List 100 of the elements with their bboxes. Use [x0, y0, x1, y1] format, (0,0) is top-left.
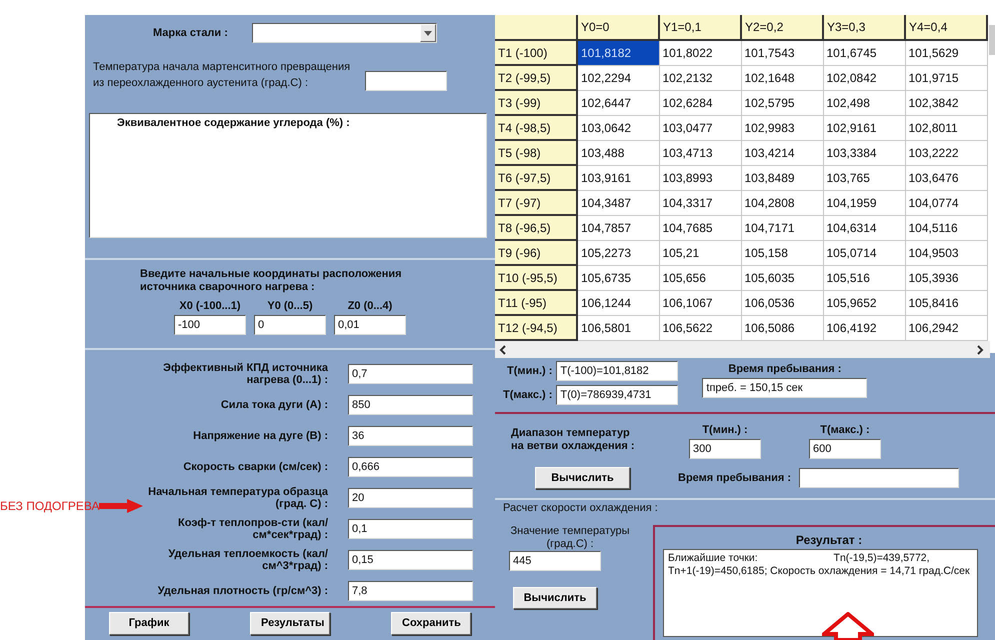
table-cell[interactable]: 104,0774 [905, 190, 987, 215]
coord-label: Z0 (0...4) [348, 299, 392, 314]
coord-field[interactable]: 0 [254, 314, 326, 334]
table-cell[interactable]: 105,3936 [905, 265, 987, 290]
table-cell[interactable]: 104,2808 [741, 190, 823, 215]
table-cell[interactable]: 104,3487 [577, 190, 659, 215]
table-cell[interactable]: 102,8011 [905, 115, 987, 140]
table-cell[interactable]: 105,6035 [741, 265, 823, 290]
table-cell[interactable]: 104,9503 [905, 240, 987, 265]
table-cell[interactable]: 104,7171 [741, 215, 823, 240]
output-field[interactable]: T(-100)=101,8182 [556, 361, 678, 382]
param-field[interactable]: 850 [348, 394, 473, 414]
table-cell[interactable]: 103,0477 [659, 115, 741, 140]
table-cell[interactable]: 104,6314 [823, 215, 905, 240]
field-label: T(макс.) : [820, 423, 870, 438]
table-cell[interactable]: 102,5795 [741, 90, 823, 115]
param-field[interactable]: 0,7 [348, 364, 473, 384]
calculate-button[interactable]: Вычислить [512, 586, 598, 610]
table-cell[interactable]: 102,9161 [823, 115, 905, 140]
table-cell[interactable]: 102,2294 [577, 65, 659, 90]
table-cell[interactable]: 101,7543 [741, 40, 823, 65]
dropdown-button[interactable] [420, 24, 436, 42]
table-cell[interactable]: 105,0714 [823, 240, 905, 265]
table-cell[interactable]: 101,9715 [905, 65, 987, 90]
table-cell[interactable]: 101,5629 [905, 40, 987, 65]
table-cell[interactable]: 106,2942 [905, 315, 987, 340]
vertical-scrollbar[interactable] [989, 25, 995, 55]
table-cell[interactable]: 104,3317 [659, 190, 741, 215]
row-header: T9 (-96) [495, 240, 577, 265]
table-cell[interactable]: 103,6476 [905, 165, 987, 190]
input-field[interactable]: 445 [509, 550, 601, 571]
input-field[interactable]: 300 [689, 438, 761, 459]
table-cell[interactable]: 106,4192 [823, 315, 905, 340]
param-field[interactable]: 0,15 [348, 550, 473, 570]
table-cell[interactable]: 103,4713 [659, 140, 741, 165]
column-header: Y4=0,4 [905, 15, 987, 40]
row-header: T12 (-94,5) [495, 315, 577, 340]
table-cell[interactable]: 103,8489 [741, 165, 823, 190]
output-field[interactable] [799, 468, 960, 488]
table-cell[interactable]: 102,3842 [905, 90, 987, 115]
table-cell[interactable]: 102,0842 [823, 65, 905, 90]
coord-field[interactable]: -100 [174, 314, 246, 334]
table-cell[interactable]: 101,6745 [823, 40, 905, 65]
table-cell[interactable]: 105,158 [741, 240, 823, 265]
toolbar-button[interactable]: Сохранить [391, 612, 471, 634]
param-field[interactable]: 36 [348, 426, 473, 446]
table-cell[interactable]: 101,8182 [577, 40, 659, 65]
table-cell[interactable]: 103,3384 [823, 140, 905, 165]
param-label: Скорость сварки (см/сек) : [182, 460, 328, 472]
table-cell[interactable]: 102,1648 [741, 65, 823, 90]
toolbar-button[interactable]: Результаты [250, 612, 330, 634]
horizontal-scrollbar[interactable] [495, 341, 990, 358]
table-cell[interactable]: 105,6735 [577, 265, 659, 290]
table-cell[interactable]: 105,21 [659, 240, 741, 265]
table-cell[interactable]: 106,1244 [577, 290, 659, 315]
table-cell[interactable]: 104,5116 [905, 215, 987, 240]
table-cell[interactable]: 103,488 [577, 140, 659, 165]
table-cell[interactable]: 104,1959 [823, 190, 905, 215]
calculate-button[interactable]: Вычислить [535, 466, 630, 490]
field-label: T(мин.) : [507, 364, 552, 379]
table-cell[interactable]: 103,8993 [659, 165, 741, 190]
param-field[interactable]: 7,8 [348, 580, 473, 600]
table-cell[interactable]: 102,498 [823, 90, 905, 115]
table-cell[interactable]: 103,765 [823, 165, 905, 190]
row-header: T7 (-97) [495, 190, 577, 215]
table-cell[interactable]: 103,2222 [905, 140, 987, 165]
table-cell[interactable]: 105,9652 [823, 290, 905, 315]
toolbar-button[interactable]: График [109, 612, 189, 634]
output-field[interactable]: tпреб. = 150,15 сек [702, 378, 868, 398]
table-cell[interactable]: 105,656 [659, 265, 741, 290]
steel-grade-combobox[interactable] [252, 23, 437, 43]
table-cell[interactable]: 101,8022 [659, 40, 741, 65]
table-cell[interactable]: 106,0536 [741, 290, 823, 315]
table-cell[interactable]: 104,7857 [577, 215, 659, 240]
table-cell[interactable]: 103,4214 [741, 140, 823, 165]
table-cell[interactable]: 106,5801 [577, 315, 659, 340]
output-field[interactable]: T(0)=786939,4731 [556, 385, 678, 406]
table-cell[interactable]: 102,6284 [659, 90, 741, 115]
param-field[interactable]: 20 [348, 488, 473, 508]
table-cell[interactable]: 102,2132 [659, 65, 741, 90]
param-field[interactable]: 0,1 [348, 518, 473, 538]
table-cell[interactable]: 103,9161 [577, 165, 659, 190]
input-field[interactable]: 600 [809, 438, 881, 459]
coord-field[interactable]: 0,01 [334, 314, 406, 334]
table-cell[interactable]: 106,5086 [741, 315, 823, 340]
row-header: T3 (-99) [495, 90, 577, 115]
field-label: Время пребывания : [678, 470, 792, 486]
coords-label: Введите начальные координаты расположения источника сварочного нагрева : [140, 268, 403, 294]
table-cell[interactable]: 102,9983 [741, 115, 823, 140]
temperature-field[interactable] [365, 71, 447, 91]
table-cell[interactable]: 102,6447 [577, 90, 659, 115]
table-cell[interactable]: 103,0642 [577, 115, 659, 140]
table-cell[interactable]: 105,516 [823, 265, 905, 290]
table-cell[interactable]: 106,5622 [659, 315, 741, 340]
column-header: Y1=0,1 [659, 15, 741, 40]
table-cell[interactable]: 105,2273 [577, 240, 659, 265]
table-cell[interactable]: 105,8416 [905, 290, 987, 315]
param-field[interactable]: 0,666 [348, 456, 473, 476]
table-cell[interactable]: 106,1067 [659, 290, 741, 315]
table-cell[interactable]: 104,7685 [659, 215, 741, 240]
